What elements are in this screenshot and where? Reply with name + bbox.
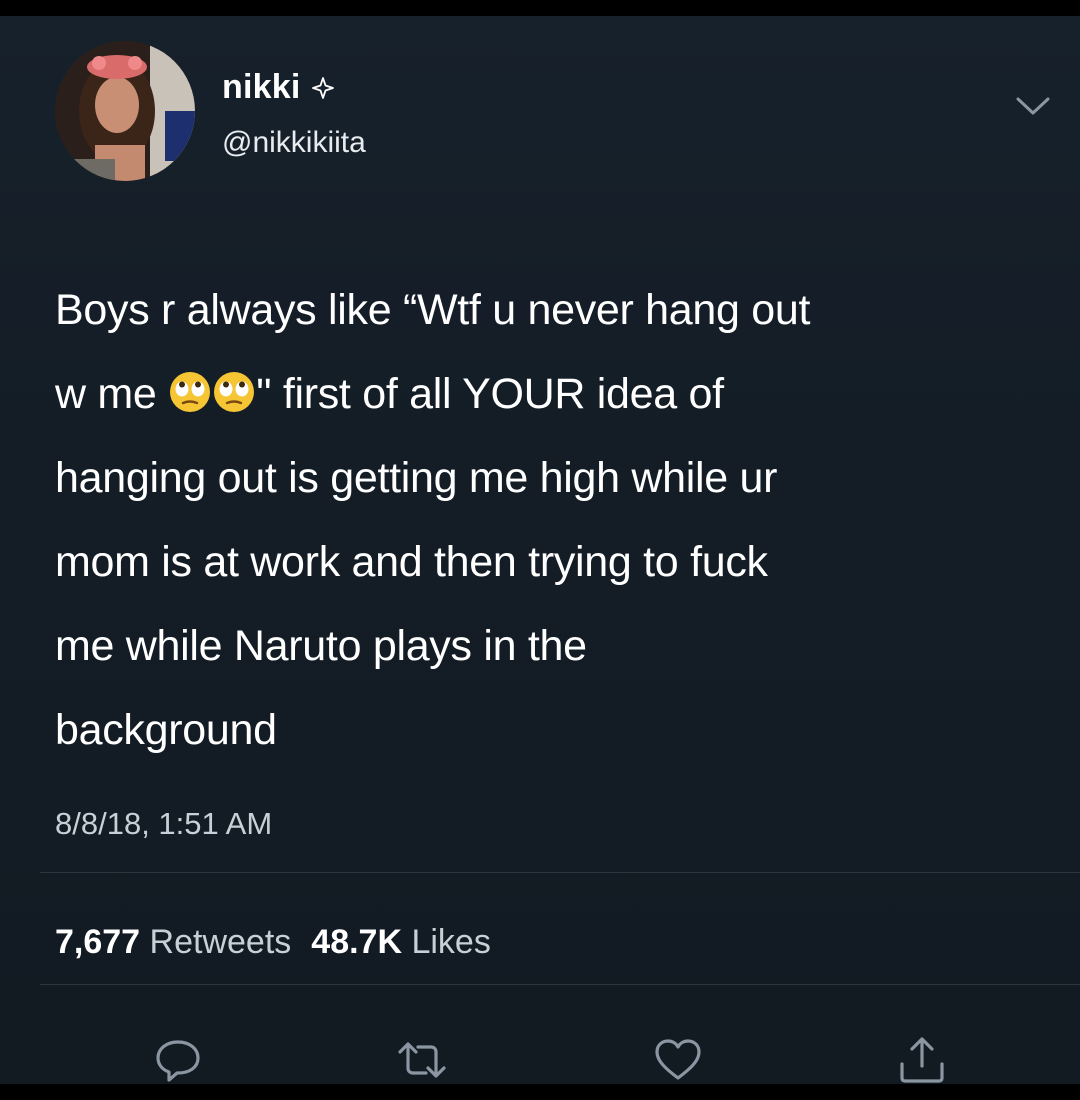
tweet-line-part: " first of all YOUR idea of	[256, 370, 724, 418]
share-icon[interactable]	[896, 1034, 948, 1084]
name-row: nikki	[222, 68, 335, 107]
like-icon[interactable]	[652, 1034, 704, 1084]
tweet-line: me while Naruto plays in the	[55, 622, 587, 670]
likes-count: 48.7K	[311, 923, 403, 961]
tweet-line: background	[55, 706, 277, 754]
chevron-down-icon[interactable]	[1014, 94, 1052, 118]
tweet-text: Boys r always like “Wtf u never hang out…	[55, 268, 1045, 772]
tweet-card: nikki @nikkikiita Boys r always like “Wt…	[0, 16, 1080, 1084]
retweets-label: Retweets	[149, 923, 292, 961]
likes-label: Likes	[411, 923, 491, 961]
avatar-image	[55, 41, 195, 181]
rolling-eyes-emoji-icon	[168, 358, 212, 412]
tweet-line: hanging out is getting me high while ur	[55, 454, 778, 502]
tweet-line-with-emoji: w me " first of all YOUR idea of	[55, 352, 1045, 436]
sparkle-icon	[312, 76, 335, 99]
divider	[40, 872, 1080, 873]
tweet-header: nikki @nikkikiita	[0, 16, 1080, 196]
tweet-line-part: w me	[55, 370, 157, 418]
retweets-count: 7,677	[55, 923, 141, 961]
avatar[interactable]	[55, 41, 195, 181]
tweet-line: Boys r always like “Wtf u never hang out	[55, 286, 811, 334]
retweet-icon[interactable]	[396, 1034, 448, 1084]
retweets-stat[interactable]: 7,677 Retweets	[55, 923, 291, 961]
rolling-eyes-emoji-icon	[212, 358, 256, 412]
tweet-actions	[0, 1034, 1080, 1084]
reply-icon[interactable]	[152, 1034, 204, 1084]
tweet-timestamp[interactable]: 8/8/18, 1:51 AM	[55, 806, 272, 842]
tweet-stats: 7,677 Retweets 48.7K Likes	[55, 923, 491, 962]
likes-stat[interactable]: 48.7K Likes	[311, 923, 491, 961]
divider	[40, 984, 1080, 985]
display-name[interactable]: nikki	[222, 68, 300, 107]
tweet-line: mom is at work and then trying to fuck	[55, 538, 768, 586]
user-handle[interactable]: @nikkikiita	[222, 126, 366, 160]
